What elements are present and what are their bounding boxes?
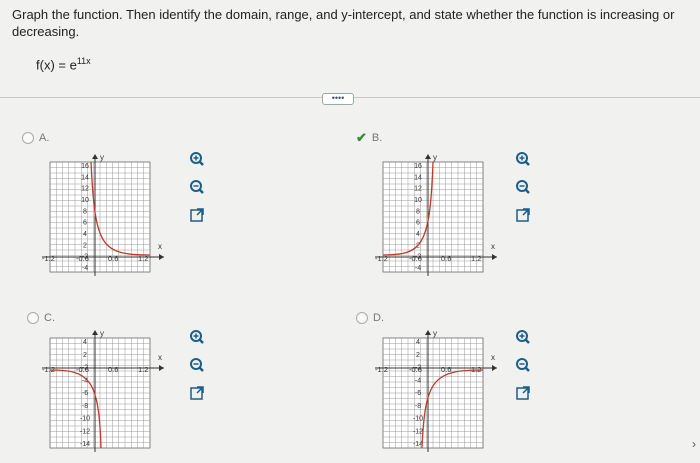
- option-a[interactable]: A.: [22, 132, 49, 144]
- y-tick-label: -2: [82, 254, 88, 261]
- y-tick-label: 12: [81, 186, 89, 193]
- radio-a[interactable]: [22, 132, 34, 144]
- y-tick-label: -6: [415, 390, 421, 397]
- x-tick-label: -1.2: [42, 254, 55, 263]
- expand-icon[interactable]: [187, 384, 207, 402]
- zoom-in-icon[interactable]: [187, 328, 207, 346]
- x-axis-arrow: [159, 365, 164, 371]
- chevron-icon[interactable]: ›: [692, 437, 696, 451]
- y-tick-label: 6: [416, 220, 420, 227]
- x-axis-label: x: [158, 353, 162, 362]
- y-tick-label: 12: [414, 186, 422, 193]
- y-tick-label: 8: [416, 208, 420, 215]
- y-tick-label: -8: [415, 403, 421, 410]
- y-tick-label: 10: [81, 197, 89, 204]
- y-tick-label: 4: [416, 339, 420, 346]
- toolbar-a: [187, 150, 207, 224]
- graph-option-d: xy-1.2 -0.6 0.6 1.242-2-4-6-8-10-12-14: [375, 330, 497, 452]
- check-icon: ✔: [356, 130, 367, 145]
- y-tick-label: 6: [83, 220, 87, 227]
- y-axis-arrow: [425, 330, 431, 335]
- zoom-in-icon[interactable]: [513, 150, 533, 168]
- y-tick-label: -8: [82, 403, 88, 410]
- y-tick-label: -4: [82, 265, 88, 272]
- y-tick-label: -4: [415, 265, 421, 272]
- y-tick-label: -10: [80, 416, 90, 423]
- x-axis-arrow: [159, 254, 164, 260]
- y-axis-arrow: [92, 154, 98, 159]
- x-tick-label: 0.6: [441, 254, 451, 263]
- zoom-out-icon[interactable]: [513, 178, 533, 196]
- toolbar-c: [187, 328, 207, 402]
- y-tick-label: 16: [81, 163, 89, 170]
- more-button[interactable]: ••••: [322, 93, 354, 105]
- x-tick-label: 0.6: [108, 254, 118, 263]
- option-a-label: A.: [39, 132, 50, 144]
- graph-option-a: xy-1.2 -0.6 0.6 1.2161412108642-2-4: [42, 153, 164, 276]
- x-axis-label: x: [491, 353, 495, 362]
- y-axis-label: y: [433, 153, 437, 162]
- radio-c[interactable]: [27, 312, 39, 324]
- option-b-label: B.: [371, 132, 383, 144]
- y-tick-label: -12: [413, 428, 423, 435]
- y-tick-label: 16: [414, 163, 422, 170]
- y-tick-label: 2: [416, 352, 420, 359]
- zoom-out-icon[interactable]: [187, 178, 207, 196]
- x-tick-label: 0.6: [108, 365, 118, 374]
- y-tick-label: -10: [413, 416, 423, 423]
- option-c[interactable]: C.: [27, 312, 55, 324]
- radio-d[interactable]: [356, 312, 368, 324]
- zoom-in-icon[interactable]: [187, 150, 207, 168]
- expand-icon[interactable]: [513, 206, 533, 224]
- y-tick-label: -14: [80, 441, 90, 448]
- option-d-label: D.: [373, 312, 384, 324]
- function-exponent: 11x: [76, 56, 91, 66]
- toolbar-d: [513, 328, 533, 402]
- y-axis-arrow: [92, 330, 98, 335]
- x-tick-label: 1.2: [471, 254, 481, 263]
- function-prefix: f(x) = e: [36, 57, 77, 73]
- y-tick-label: -6: [82, 390, 88, 397]
- x-tick-label: 1.2: [138, 365, 148, 374]
- y-tick-label: 14: [414, 174, 422, 181]
- y-tick-label: 4: [83, 231, 87, 238]
- y-tick-label: 4: [416, 231, 420, 238]
- y-axis-label: y: [100, 330, 104, 338]
- y-tick-label: -4: [415, 377, 421, 384]
- y-axis-arrow: [425, 154, 431, 159]
- expand-icon[interactable]: [187, 206, 207, 224]
- zoom-out-icon[interactable]: [187, 356, 207, 374]
- x-axis-label: x: [158, 242, 162, 251]
- y-tick-label: 4: [83, 339, 87, 346]
- y-tick-label: -2: [82, 365, 88, 372]
- graph-option-c: xy-1.2 -0.6 0.6 1.242-2-4-6-8-10-12-14: [42, 330, 164, 452]
- expand-icon[interactable]: [513, 384, 533, 402]
- x-tick-label: -1.2: [375, 365, 388, 374]
- graph-option-b: xy-1.2 -0.6 0.6 1.2161412108642-2-4: [375, 153, 497, 276]
- zoom-out-icon[interactable]: [513, 356, 533, 374]
- y-tick-label: -2: [415, 254, 421, 261]
- zoom-in-icon[interactable]: [513, 328, 533, 346]
- option-c-label: C.: [44, 312, 55, 324]
- y-tick-label: 14: [81, 174, 89, 181]
- function-expression: f(x) = e11x: [36, 56, 91, 72]
- option-d[interactable]: D.: [356, 312, 384, 324]
- y-tick-label: 2: [83, 352, 87, 359]
- x-axis-label: x: [491, 242, 495, 251]
- y-axis-label: y: [100, 153, 104, 162]
- x-axis-arrow: [492, 365, 497, 371]
- y-tick-label: -2: [415, 365, 421, 372]
- y-axis-label: y: [433, 330, 437, 338]
- toolbar-b: [513, 150, 533, 224]
- y-tick-label: 8: [83, 208, 87, 215]
- y-tick-label: -12: [80, 428, 90, 435]
- y-tick-label: 10: [414, 197, 422, 204]
- y-tick-label: 2: [83, 242, 87, 249]
- question-text: Graph the function. Then identify the do…: [12, 7, 675, 39]
- x-axis-arrow: [492, 254, 497, 260]
- option-b[interactable]: ✔ B.: [356, 130, 382, 146]
